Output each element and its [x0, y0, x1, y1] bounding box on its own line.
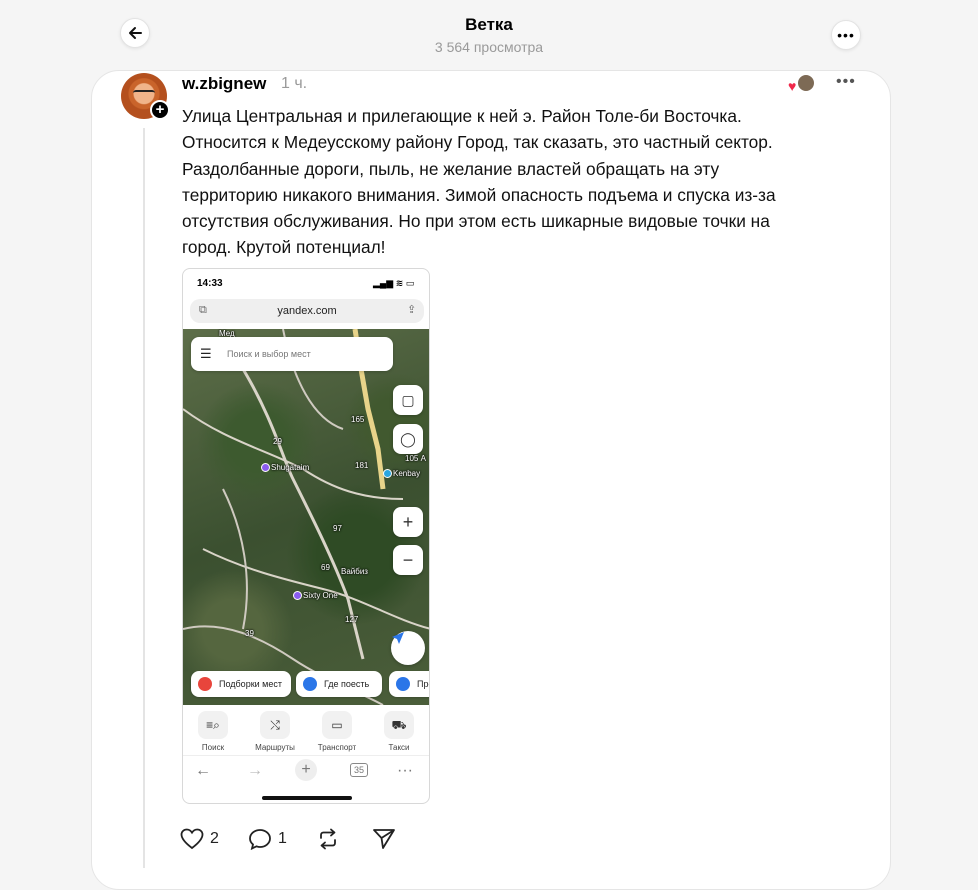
- chip-products[interactable]: Прод: [389, 671, 429, 697]
- map-label: 97: [333, 524, 342, 533]
- zoom-out-button[interactable]: −: [393, 545, 423, 575]
- reactor-avatar: [797, 74, 815, 92]
- tabs-count[interactable]: 35: [350, 763, 369, 777]
- taxi-icon: ⛟: [384, 711, 414, 739]
- tab-search[interactable]: ≡⌕ Поиск: [183, 711, 243, 752]
- layers-button[interactable]: ▢: [393, 385, 423, 415]
- tab-routes[interactable]: ⤭ Маршруты: [245, 711, 305, 752]
- like-button[interactable]: 2: [180, 828, 219, 850]
- comment-icon: [249, 829, 271, 850]
- map-label: 165: [351, 415, 365, 424]
- bus-icon: ▭: [322, 711, 352, 739]
- chip-collections[interactable]: Подборки мест: [191, 671, 291, 697]
- like-count: 2: [210, 830, 219, 847]
- route-icon: ⤭: [260, 711, 290, 739]
- url-text: yandex.com: [277, 305, 337, 317]
- follow-plus-icon[interactable]: +: [150, 100, 170, 120]
- map-pin[interactable]: [293, 591, 302, 600]
- alice-icon: ◯: [400, 430, 416, 447]
- category-chips: Подборки мест Где поесть Прод: [191, 671, 429, 697]
- map-label-shugataim[interactable]: Shugataim: [271, 463, 309, 472]
- status-clock: 14:33: [197, 278, 223, 289]
- map-label[interactable]: Вайбиз: [341, 567, 368, 576]
- repost-button[interactable]: [316, 828, 340, 850]
- zoom-in-button[interactable]: +: [393, 507, 423, 537]
- more-options-button[interactable]: •••: [831, 20, 861, 50]
- browser-forward-icon[interactable]: →: [247, 762, 263, 780]
- status-bar: 14:33 ▂▄▆ ≋ ▭: [183, 269, 429, 297]
- share-icon: ⇪: [407, 304, 417, 316]
- home-indicator: [262, 796, 352, 800]
- map-view: Мед Shugataim Kenbay 105 А 181 165 29 97…: [183, 329, 429, 705]
- fork-icon: [303, 677, 317, 691]
- map-tab-bar: ≡⌕ Поиск ⤭ Маршруты ▭ Транспорт ⛟ Такси: [183, 707, 429, 753]
- map-pin[interactable]: [383, 469, 392, 478]
- map-label: 39: [245, 629, 254, 638]
- more-dots-icon: •••: [837, 27, 855, 43]
- avatar-glasses: [133, 90, 155, 96]
- alice-button[interactable]: ◯: [393, 424, 423, 454]
- view-count: 3 564 просмотра: [434, 39, 544, 55]
- map-label: 105 А: [405, 454, 426, 463]
- map-label: 69: [321, 563, 330, 572]
- browser-more-icon[interactable]: ···: [397, 762, 413, 780]
- browser-bottom-bar: ← → + 35 ···: [183, 755, 429, 785]
- post-username[interactable]: w.zbignew: [182, 74, 266, 94]
- post-more-icon[interactable]: •••: [836, 73, 856, 91]
- comment-button[interactable]: 1: [248, 828, 287, 850]
- browser-url-bar: ⧉ yandex.com ⇪: [190, 299, 424, 323]
- thread-line: [143, 128, 145, 868]
- chip-where-to-eat[interactable]: Где поесть: [296, 671, 382, 697]
- heart-icon: ♥: [788, 78, 797, 94]
- post-time: 1 ч.: [281, 75, 308, 92]
- map-label: 29: [273, 437, 282, 446]
- map-label-sixty-one[interactable]: Sixty One: [303, 591, 338, 600]
- layers-icon: ▢: [401, 391, 415, 408]
- hamburger-menu-icon[interactable]: ☰: [200, 346, 212, 362]
- post-text: Улица Центральная и прилегающие к ней э.…: [182, 106, 776, 258]
- collections-icon: [198, 677, 212, 691]
- repost-icon: [320, 828, 336, 850]
- map-label: 181: [355, 461, 369, 470]
- new-tab-icon[interactable]: +: [295, 759, 317, 781]
- plus-icon: +: [402, 511, 414, 532]
- my-location-button[interactable]: [391, 631, 425, 665]
- tab-transport[interactable]: ▭ Транспорт: [307, 711, 367, 752]
- heart-icon: [180, 828, 204, 850]
- status-icons: ▂▄▆ ≋ ▭: [373, 278, 415, 288]
- post-image-screenshot[interactable]: 14:33 ▂▄▆ ≋ ▭ ⧉ yandex.com ⇪ Мед Shugata…: [182, 268, 430, 804]
- send-icon: [373, 829, 395, 849]
- basket-icon: [396, 677, 410, 691]
- reactors[interactable]: ♥: [788, 74, 818, 94]
- map-search-bar[interactable]: ☰ Поиск и выбор мест: [191, 337, 393, 371]
- share-button[interactable]: [372, 828, 396, 850]
- tab-taxi[interactable]: ⛟ Такси: [369, 711, 429, 752]
- map-search-placeholder: Поиск и выбор мест: [227, 349, 311, 359]
- map-label-kenbay[interactable]: Kenbay: [393, 469, 420, 478]
- location-arrow-icon: [392, 632, 404, 644]
- post-actions: 2 1: [180, 828, 420, 856]
- map-label: 127: [345, 615, 359, 624]
- browser-back-icon[interactable]: ←: [195, 762, 211, 780]
- top-bar: Ветка 3 564 просмотра •••: [0, 0, 978, 70]
- map-pin[interactable]: [261, 463, 270, 472]
- search-list-icon: ≡⌕: [198, 711, 228, 739]
- comment-count: 1: [278, 830, 287, 847]
- minus-icon: −: [402, 549, 414, 570]
